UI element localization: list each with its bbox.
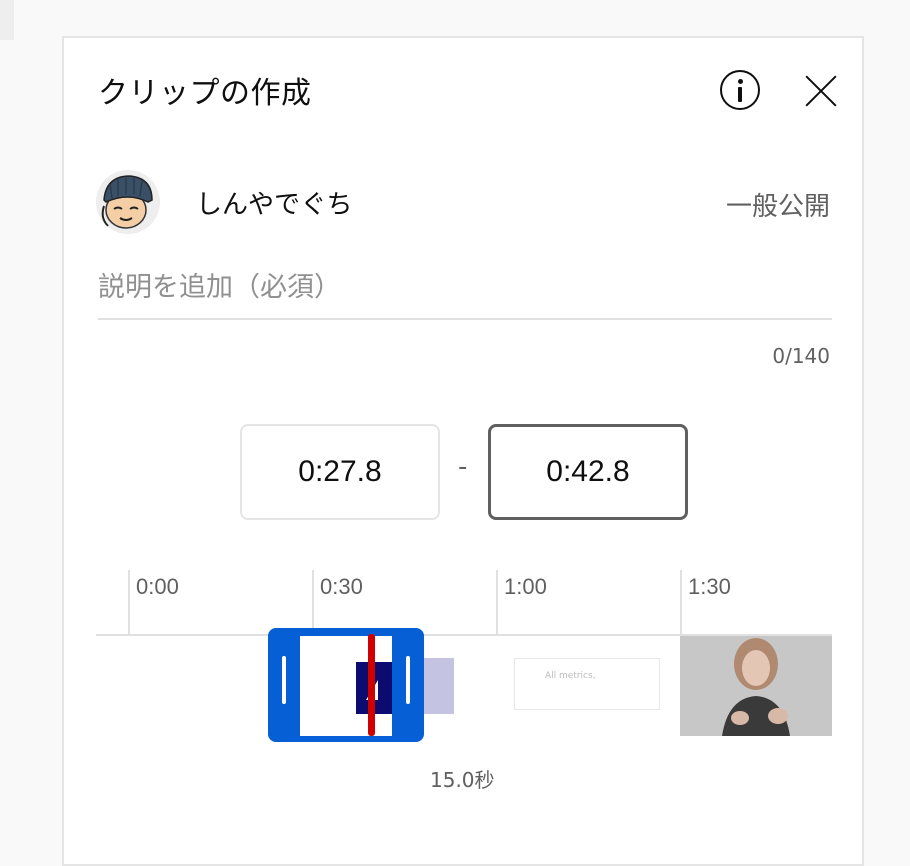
timeline-tick [680,570,682,636]
character-counter: 0/140 [772,344,830,368]
left-drag-handle[interactable] [282,656,286,704]
end-time-field[interactable]: 0:42.8 [488,424,688,520]
timeline-thumbnail-speaker [680,636,832,736]
clip-duration: 15.0秒 [430,768,495,792]
timeline-thumbnail: All metrics, [514,658,660,710]
create-clip-panel: クリップの作成 しんやでぐち 一般公開 0/140 0:27.8 - 0:42.… [62,36,864,866]
start-time-field[interactable]: 0:27.8 [240,424,440,520]
timeline-tick [128,570,130,636]
timeline-label: 1:30 [688,574,731,599]
timeline-label: 0:30 [320,574,363,599]
visibility-label: 一般公開 [725,192,830,222]
timeline-tick [312,570,314,636]
panel-title: クリップの作成 [98,76,312,111]
clip-selection-range[interactable] [268,628,424,742]
right-drag-handle[interactable] [406,656,410,704]
description-input[interactable] [98,256,832,320]
playhead[interactable] [368,634,375,736]
timeline-tick [496,570,498,636]
close-icon[interactable] [804,74,838,108]
info-icon[interactable] [720,70,760,110]
timeline-label: 1:00 [504,574,547,599]
selected-frame [300,636,392,736]
channel-name: しんやでぐち [196,190,353,220]
avatar [96,170,160,234]
thumbnail-text: All metrics, [545,671,596,681]
time-separator: - [458,452,468,482]
timeline-label: 0:00 [136,574,179,599]
background-edge [0,0,14,40]
